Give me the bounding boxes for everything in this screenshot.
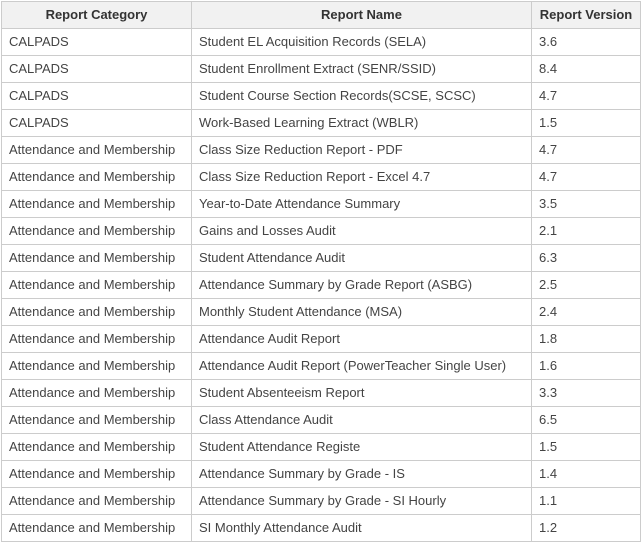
column-header-report-category: Report Category [2, 2, 192, 29]
table-row: CALPADSWork-Based Learning Extract (WBLR… [2, 110, 641, 137]
report-category-cell: CALPADS [2, 83, 192, 110]
report-version-cell: 4.7 [532, 164, 641, 191]
report-category-cell: Attendance and Membership [2, 407, 192, 434]
table-row: Attendance and MembershipClass Size Redu… [2, 137, 641, 164]
report-name-cell: Student Attendance Registe [192, 434, 532, 461]
report-name-cell: Attendance Audit Report (PowerTeacher Si… [192, 353, 532, 380]
table-body: CALPADSStudent EL Acquisition Records (S… [2, 29, 641, 542]
report-category-cell: Attendance and Membership [2, 326, 192, 353]
report-name-cell: Gains and Losses Audit [192, 218, 532, 245]
column-header-report-version: Report Version [532, 2, 641, 29]
report-name-cell: Class Size Reduction Report - PDF [192, 137, 532, 164]
report-name-cell: Student Attendance Audit [192, 245, 532, 272]
table-row: Attendance and MembershipAttendance Summ… [2, 488, 641, 515]
report-category-cell: Attendance and Membership [2, 272, 192, 299]
table-row: Attendance and MembershipStudent Attenda… [2, 245, 641, 272]
table-row: CALPADSStudent EL Acquisition Records (S… [2, 29, 641, 56]
report-version-cell: 4.7 [532, 83, 641, 110]
report-name-cell: Monthly Student Attendance (MSA) [192, 299, 532, 326]
report-version-cell: 3.5 [532, 191, 641, 218]
report-version-cell: 1.5 [532, 434, 641, 461]
report-version-cell: 1.4 [532, 461, 641, 488]
report-category-cell: Attendance and Membership [2, 434, 192, 461]
report-category-cell: Attendance and Membership [2, 380, 192, 407]
report-version-cell: 2.1 [532, 218, 641, 245]
report-name-cell: Attendance Summary by Grade - IS [192, 461, 532, 488]
report-version-cell: 6.5 [532, 407, 641, 434]
column-header-report-name: Report Name [192, 2, 532, 29]
table-row: CALPADSStudent Course Section Records(SC… [2, 83, 641, 110]
report-version-cell: 2.4 [532, 299, 641, 326]
report-category-cell: Attendance and Membership [2, 137, 192, 164]
report-name-cell: Attendance Summary by Grade Report (ASBG… [192, 272, 532, 299]
report-category-cell: CALPADS [2, 29, 192, 56]
report-version-cell: 6.3 [532, 245, 641, 272]
table-row: Attendance and MembershipAttendance Audi… [2, 353, 641, 380]
table-row: Attendance and MembershipAttendance Summ… [2, 272, 641, 299]
report-category-cell: Attendance and Membership [2, 245, 192, 272]
report-category-cell: CALPADS [2, 110, 192, 137]
report-category-cell: Attendance and Membership [2, 164, 192, 191]
table-row: Attendance and MembershipClass Attendanc… [2, 407, 641, 434]
report-version-cell: 3.6 [532, 29, 641, 56]
report-version-cell: 2.5 [532, 272, 641, 299]
report-name-cell: Class Attendance Audit [192, 407, 532, 434]
table-row: Attendance and MembershipMonthly Student… [2, 299, 641, 326]
report-category-cell: Attendance and Membership [2, 218, 192, 245]
table-row: CALPADSStudent Enrollment Extract (SENR/… [2, 56, 641, 83]
report-version-cell: 1.2 [532, 515, 641, 542]
report-version-cell: 4.7 [532, 137, 641, 164]
report-version-cell: 1.5 [532, 110, 641, 137]
table-header: Report Category Report Name Report Versi… [2, 2, 641, 29]
report-version-cell: 8.4 [532, 56, 641, 83]
report-name-cell: SI Monthly Attendance Audit [192, 515, 532, 542]
table-row: Attendance and MembershipSI Monthly Atte… [2, 515, 641, 542]
reports-table: Report Category Report Name Report Versi… [1, 1, 641, 542]
table-row: Attendance and MembershipClass Size Redu… [2, 164, 641, 191]
report-category-cell: Attendance and Membership [2, 515, 192, 542]
report-name-cell: Student Enrollment Extract (SENR/SSID) [192, 56, 532, 83]
report-category-cell: Attendance and Membership [2, 488, 192, 515]
report-version-cell: 3.3 [532, 380, 641, 407]
table-header-row: Report Category Report Name Report Versi… [2, 2, 641, 29]
report-version-cell: 1.8 [532, 326, 641, 353]
report-name-cell: Attendance Summary by Grade - SI Hourly [192, 488, 532, 515]
report-version-cell: 1.1 [532, 488, 641, 515]
table-row: Attendance and MembershipStudent Absente… [2, 380, 641, 407]
report-category-cell: Attendance and Membership [2, 461, 192, 488]
report-name-cell: Attendance Audit Report [192, 326, 532, 353]
report-name-cell: Student Absenteeism Report [192, 380, 532, 407]
report-name-cell: Work-Based Learning Extract (WBLR) [192, 110, 532, 137]
table-row: Attendance and MembershipYear-to-Date At… [2, 191, 641, 218]
table-row: Attendance and MembershipGains and Losse… [2, 218, 641, 245]
report-category-cell: CALPADS [2, 56, 192, 83]
report-name-cell: Student EL Acquisition Records (SELA) [192, 29, 532, 56]
report-name-cell: Year-to-Date Attendance Summary [192, 191, 532, 218]
report-name-cell: Student Course Section Records(SCSE, SCS… [192, 83, 532, 110]
report-category-cell: Attendance and Membership [2, 353, 192, 380]
report-name-cell: Class Size Reduction Report - Excel 4.7 [192, 164, 532, 191]
report-version-cell: 1.6 [532, 353, 641, 380]
table-row: Attendance and MembershipStudent Attenda… [2, 434, 641, 461]
table-row: Attendance and MembershipAttendance Summ… [2, 461, 641, 488]
table-row: Attendance and MembershipAttendance Audi… [2, 326, 641, 353]
report-category-cell: Attendance and Membership [2, 299, 192, 326]
report-category-cell: Attendance and Membership [2, 191, 192, 218]
